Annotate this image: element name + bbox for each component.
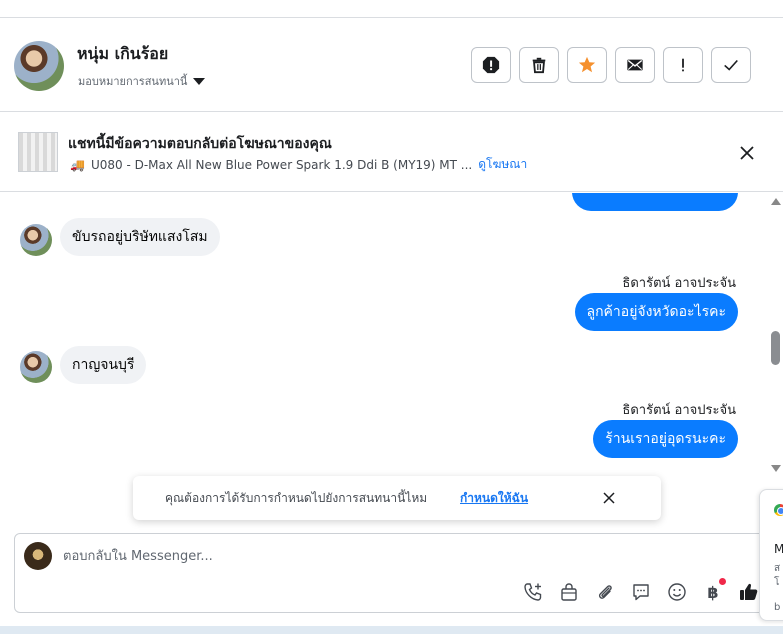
assign-prompt-text: คุณต้องการได้รับการกำหนดไปยังการสนทนานี้…	[165, 491, 428, 505]
attach-button[interactable]	[593, 580, 617, 604]
dismiss-toast-button[interactable]	[599, 488, 619, 508]
reply-input[interactable]	[63, 545, 663, 567]
side-notification-card[interactable]: M ส โ b	[759, 489, 783, 621]
message-bubble-incoming[interactable]: กาญจนบุรี	[60, 346, 147, 384]
ad-product-name: U080 - D-Max All New Blue Power Spark 1.…	[90, 157, 473, 172]
saved-replies-button[interactable]	[629, 580, 653, 604]
emoji-button[interactable]	[665, 580, 689, 604]
contact-avatar[interactable]	[14, 41, 64, 91]
message-bubble-outgoing[interactable]: ร้านเราอยู่อุดรนะคะ	[593, 420, 738, 458]
message-bubble-partial[interactable]	[572, 193, 738, 211]
assign-prompt-toast: คุณต้องการได้รับการกำหนดไปยังการสนทนานี้…	[133, 476, 661, 520]
scroll-up-arrow-icon[interactable]	[771, 198, 781, 205]
side-card-text-line: ส	[774, 563, 781, 574]
call-button[interactable]	[521, 580, 545, 604]
message-bubble-incoming[interactable]: ขับรถอยู่บริษัทแสงโสม	[60, 218, 220, 256]
side-card-title: M	[774, 542, 783, 556]
side-card-text-line: โ	[774, 577, 780, 588]
contact-avatar-small	[20, 224, 52, 256]
shopping-bag-icon	[561, 583, 577, 601]
trash-icon	[532, 57, 546, 74]
sender-name: ธิดารัตน์ อาจประจัน	[622, 403, 736, 418]
message-bubble-outgoing[interactable]: ลูกค้าอยู่จังหวัดอะไรคะ	[574, 293, 738, 331]
shop-button[interactable]	[557, 580, 581, 604]
truck-icon: 🚚	[70, 157, 85, 172]
close-icon	[740, 146, 754, 160]
conversation-header: หนุ่ม เกินร้อย มอบหมายการสนทนานี้	[0, 19, 783, 112]
message-thread[interactable]: ขับรถอยู่บริษัทแสงโสม ธิดารัตน์ อาจประจั…	[0, 193, 768, 480]
star-button[interactable]	[567, 47, 607, 83]
side-card-text: ส โ	[774, 562, 780, 590]
assign-to-me-link[interactable]: กำหนดให้ฉัน	[460, 489, 528, 508]
emoji-icon	[668, 583, 686, 601]
view-ad-link[interactable]: ดูโฆษณา	[478, 155, 527, 174]
ad-banner-subtitle: 🚚 U080 - D-Max All New Blue Power Spark …	[70, 155, 527, 174]
phone-add-icon	[524, 583, 542, 601]
mark-unread-button[interactable]	[615, 47, 655, 83]
close-icon	[603, 492, 615, 504]
payment-button[interactable]: ฿	[701, 578, 726, 604]
ad-thumbnail[interactable]	[18, 132, 58, 172]
paperclip-icon	[598, 585, 612, 599]
scroll-down-arrow-icon[interactable]	[771, 465, 781, 472]
baht-icon: ฿	[707, 582, 719, 602]
thumbs-up-icon	[740, 583, 758, 600]
bottom-strip	[0, 626, 783, 634]
side-card-footer: b	[774, 602, 781, 613]
chrome-icon	[774, 504, 783, 516]
mark-done-button[interactable]	[711, 47, 751, 83]
sender-name: ธิดารัตน์ อาจประจัน	[622, 276, 736, 291]
contact-name[interactable]: หนุ่ม เกินร้อย	[77, 42, 168, 67]
ad-reply-banner: แชทนี้มีข้อความตอบกลับต่อโฆษณาของคุณ 🚚 U…	[0, 113, 783, 192]
envelope-icon	[627, 59, 643, 71]
top-divider	[0, 0, 783, 18]
follow-up-button[interactable]	[663, 47, 703, 83]
saved-reply-icon	[633, 584, 649, 601]
scrollbar-thumb[interactable]	[771, 331, 780, 365]
reply-composer: ฿	[14, 533, 766, 613]
check-icon	[724, 59, 738, 71]
contact-avatar-small	[20, 351, 52, 383]
close-banner-button[interactable]	[735, 141, 759, 165]
page-avatar	[24, 542, 52, 570]
star-icon	[578, 56, 596, 73]
assign-conversation-dropdown[interactable]: มอบหมายการสนทนานี้	[78, 72, 206, 90]
thread-scrollbar[interactable]	[768, 193, 783, 478]
ad-banner-title: แชทนี้มีข้อความตอบกลับต่อโฆษณาของคุณ	[68, 136, 332, 152]
header-actions	[471, 47, 751, 83]
exclamation-icon	[682, 58, 684, 72]
composer-toolbar: ฿	[521, 578, 761, 604]
notification-dot	[719, 578, 726, 585]
caret-down-icon	[193, 77, 206, 85]
assign-label: มอบหมายการสนทนานี้	[78, 75, 188, 88]
delete-button[interactable]	[519, 47, 559, 83]
spam-report-button[interactable]	[471, 47, 511, 83]
alert-octagon-icon	[482, 56, 500, 74]
like-button[interactable]	[737, 580, 761, 604]
